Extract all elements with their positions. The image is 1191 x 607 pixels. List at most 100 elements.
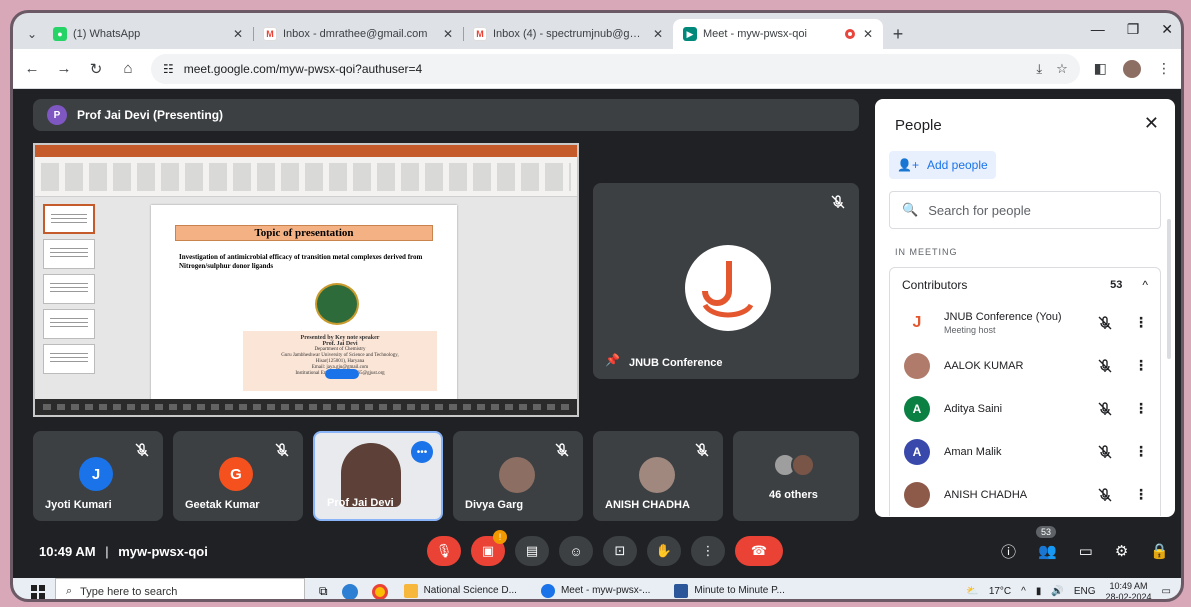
group-count: 53 [1110, 278, 1123, 291]
home-icon[interactable]: ⌂ [119, 60, 137, 77]
ppt-workspace: Topic of presentation Investigation of a… [35, 197, 577, 401]
taskbar-app-1[interactable]: National Science D... [396, 578, 525, 599]
tile-divya-garg[interactable]: Divya Garg [453, 431, 583, 521]
new-tab-button[interactable]: + [883, 19, 913, 49]
mic-off-icon [1098, 315, 1112, 329]
tab-gmail-2[interactable]: M Inbox (4) - spectrumjnub@gmail ✕ [463, 19, 673, 49]
info-icon[interactable]: ⓘ [1001, 541, 1016, 562]
activities-icon[interactable]: ⚙ [1115, 542, 1128, 560]
edge-icon[interactable] [341, 583, 358, 599]
search-people-input[interactable]: 🔍 Search for people [889, 191, 1161, 229]
tile-others[interactable]: 46 others [733, 431, 859, 521]
leave-call-button[interactable]: ☎ [735, 536, 783, 566]
pin-icon[interactable]: 📌 [605, 353, 620, 367]
language-indicator[interactable]: ENG [1074, 586, 1096, 597]
raise-hand-button[interactable]: ✋ [647, 536, 681, 566]
participant-row[interactable]: A Aman Malik ⋮ [890, 430, 1160, 473]
minimize-icon[interactable]: — [1091, 21, 1105, 38]
current-slide: Topic of presentation Investigation of a… [151, 205, 457, 401]
close-window-icon[interactable]: ✕ [1161, 21, 1173, 38]
tab-whatsapp[interactable]: ● (1) WhatsApp ✕ [43, 19, 253, 49]
tile-jyoti-kumari[interactable]: J Jyoti Kumari [33, 431, 163, 521]
more-vert-icon[interactable]: ⋮ [1134, 486, 1148, 503]
contributors-group-header[interactable]: Contributors 53 ^ [889, 267, 1161, 301]
participant-name: JNUB Conference (You) [944, 310, 1062, 323]
recording-icon [844, 29, 855, 39]
participant-name: Aditya Saini [944, 402, 1003, 415]
tab-meet[interactable]: ▶ Meet - myw-pwsx-qoi ✕ [673, 19, 883, 49]
reload-icon[interactable]: ↻ [87, 60, 105, 78]
mic-toggle-button[interactable]: 🎙 [427, 536, 461, 566]
taskbar-search-input[interactable]: ⌕ Type here to search [55, 578, 305, 599]
tab-title: (1) WhatsApp [73, 28, 141, 40]
forward-icon[interactable]: → [55, 60, 73, 77]
participant-row[interactable]: ANISH CHADHA ⋮ [890, 473, 1160, 516]
profile-avatar[interactable] [1123, 59, 1141, 78]
camera-toggle-button[interactable]: ▣! [471, 530, 507, 566]
tile-jnub-conference[interactable]: 📌 JNUB Conference [593, 183, 859, 379]
network-icon[interactable]: ▮ [1036, 586, 1042, 597]
close-tab-icon[interactable]: ✕ [653, 27, 663, 41]
chrome-icon[interactable] [371, 583, 388, 599]
speaking-indicator-icon: ••• [411, 441, 433, 463]
taskbar-clock[interactable]: 10:49 AM 28-02-2024 [1106, 581, 1152, 600]
slide-thumbnail [43, 309, 95, 339]
add-people-button[interactable]: 👤+ Add people [889, 151, 996, 179]
people-button[interactable]: 53 👥 [1035, 526, 1057, 560]
more-vert-icon[interactable]: ⋮ [1134, 357, 1148, 374]
more-vert-icon[interactable]: ⋮ [1134, 314, 1148, 331]
permission-icon[interactable]: ⤓ [1036, 61, 1042, 77]
panel-scrollbar[interactable] [1167, 219, 1171, 359]
group-label: Contributors [902, 277, 968, 292]
participant-name: ANISH CHADHA [944, 488, 1028, 501]
tile-name: Prof Jai Devi [327, 497, 394, 509]
tile-name: Jyoti Kumari [45, 499, 112, 511]
close-tab-icon[interactable]: ✕ [233, 27, 243, 41]
more-vert-icon[interactable]: ⋮ [1134, 400, 1148, 417]
present-button[interactable]: ⊡ [603, 536, 637, 566]
participant-avatar: A [904, 395, 930, 422]
close-panel-icon[interactable]: ✕ [1144, 113, 1159, 134]
shared-screen[interactable]: Topic of presentation Investigation of a… [33, 143, 579, 417]
site-info-icon[interactable]: ☷ [163, 62, 174, 76]
address-bar[interactable]: ☷ meet.google.com/myw-pwsx-qoi?authuser=… [151, 53, 1080, 84]
chat-icon[interactable]: ▭ [1079, 542, 1093, 560]
university-emblem-icon [315, 283, 359, 325]
tray-overflow-icon[interactable]: ^ [1021, 586, 1026, 597]
hang-up-icon: ☎ [750, 543, 768, 558]
windows-start-icon[interactable] [31, 584, 45, 599]
participant-row[interactable]: J JNUB Conference (You) Meeting host ⋮ [890, 301, 1160, 344]
back-icon[interactable]: ← [23, 60, 41, 77]
participant-row[interactable]: A Aditya Saini ⋮ [890, 387, 1160, 430]
tab-gmail-1[interactable]: M Inbox - dmrathee@gmail.com ✕ [253, 19, 463, 49]
jnub-logo-icon [685, 245, 771, 331]
side-panel-icon[interactable]: ◧ [1094, 60, 1107, 77]
reactions-button[interactable]: ☺ [559, 536, 593, 566]
close-tab-icon[interactable]: ✕ [863, 27, 873, 41]
whatsapp-icon: ● [53, 27, 67, 41]
tile-prof-jai-devi[interactable]: ••• Prof Jai Devi [313, 431, 443, 521]
search-placeholder: Search for people [928, 202, 1031, 218]
restore-icon[interactable]: ❐ [1127, 21, 1140, 38]
participant-avatar [639, 457, 675, 493]
tile-anish-chadha[interactable]: ANISH CHADHA [593, 431, 723, 521]
camera-off-icon: ▣ [481, 543, 495, 558]
weather-icon[interactable]: ⛅ [966, 586, 978, 597]
taskbar-app-2[interactable]: Meet - myw-pwsx-... [533, 578, 658, 599]
bookmark-star-icon[interactable]: ☆ [1056, 61, 1068, 77]
meeting-details: 10:49 AM | myw-pwsx-qoi [39, 543, 208, 559]
notifications-icon[interactable]: ▭ [1162, 586, 1171, 597]
close-tab-icon[interactable]: ✕ [443, 27, 453, 41]
tile-geetak-kumar[interactable]: G Geetak Kumar [173, 431, 303, 521]
captions-button[interactable]: ▤ [515, 536, 549, 566]
more-vert-icon[interactable]: ⋮ [1134, 443, 1148, 460]
taskbar-app-3[interactable]: Minute to Minute P... [666, 578, 792, 599]
participant-row[interactable]: AALOK KUMAR ⋮ [890, 344, 1160, 387]
browser-menu-icon[interactable]: ⋮ [1157, 60, 1171, 77]
host-controls-icon[interactable]: 🔒 [1150, 542, 1169, 560]
tab-search-icon[interactable]: ⌄ [21, 19, 43, 49]
tab-title: Inbox - dmrathee@gmail.com [283, 28, 428, 40]
volume-icon[interactable]: 🔊 [1051, 586, 1063, 597]
more-options-button[interactable]: ⋮ [691, 536, 725, 566]
task-view-icon[interactable]: ⧉ [319, 584, 328, 599]
